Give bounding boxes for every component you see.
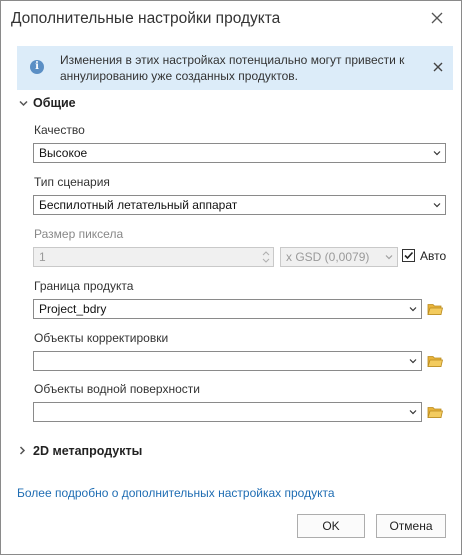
pixel-size-unit-value: x GSD (0,0079) xyxy=(286,250,370,264)
close-icon[interactable] xyxy=(431,60,445,74)
auto-checkbox-label: Авто xyxy=(420,249,447,263)
close-icon[interactable] xyxy=(428,9,446,27)
boundary-label: Граница продукта xyxy=(34,279,134,293)
boundary-select[interactable]: Project_bdry xyxy=(33,299,422,319)
chevron-down-icon xyxy=(384,249,394,265)
product-settings-dialog: Дополнительные настройки продукта i Изме… xyxy=(0,0,462,555)
auto-checkbox[interactable] xyxy=(402,249,415,262)
dialog-title: Дополнительные настройки продукта xyxy=(11,10,281,27)
pixel-size-value: 1 xyxy=(39,250,46,264)
correction-select[interactable] xyxy=(33,351,422,371)
browse-folder-icon[interactable] xyxy=(427,405,444,419)
browse-folder-icon[interactable] xyxy=(427,302,444,316)
chevron-down-icon xyxy=(408,353,418,369)
chevron-down-icon xyxy=(19,99,29,109)
scenario-value: Беспилотный летательный аппарат xyxy=(39,198,238,212)
water-label: Объекты водной поверхности xyxy=(34,382,200,396)
chevron-down-icon xyxy=(408,404,418,420)
section-metaproducts-label: 2D метапродукты xyxy=(33,444,143,458)
chevron-right-icon xyxy=(19,446,29,457)
chevron-down-icon xyxy=(432,197,442,213)
chevron-down-icon xyxy=(408,301,418,317)
info-icon: i xyxy=(30,60,44,74)
section-general-header[interactable]: Общие xyxy=(19,96,76,110)
quality-value: Высокое xyxy=(39,146,88,160)
quality-select[interactable]: Высокое xyxy=(33,143,446,163)
cancel-button[interactable]: Отмена xyxy=(376,514,446,538)
quality-label: Качество xyxy=(34,123,85,137)
spinner-icon xyxy=(260,249,272,265)
warning-banner: i Изменения в этих настройках потенциаль… xyxy=(17,46,453,90)
scenario-label: Тип сценария xyxy=(34,175,110,189)
dialog-titlebar: Дополнительные настройки продукта xyxy=(1,1,461,37)
pixel-size-input: 1 xyxy=(33,247,274,267)
scenario-select[interactable]: Беспилотный летательный аппарат xyxy=(33,195,446,215)
ok-button[interactable]: OK xyxy=(297,514,365,538)
water-select[interactable] xyxy=(33,402,422,422)
chevron-down-icon xyxy=(432,145,442,161)
boundary-value: Project_bdry xyxy=(39,302,107,316)
correction-label: Объекты корректировки xyxy=(34,331,169,345)
section-general-label: Общие xyxy=(33,96,76,110)
browse-folder-icon[interactable] xyxy=(427,354,444,368)
pixel-size-unit-select: x GSD (0,0079) xyxy=(280,247,398,267)
help-link[interactable]: Более подробно о дополнительных настройк… xyxy=(17,486,335,500)
pixel-size-label: Размер пиксела xyxy=(34,227,124,241)
banner-text: Изменения в этих настройках потенциально… xyxy=(60,53,405,83)
section-metaproducts-header[interactable]: 2D метапродукты xyxy=(19,444,142,458)
